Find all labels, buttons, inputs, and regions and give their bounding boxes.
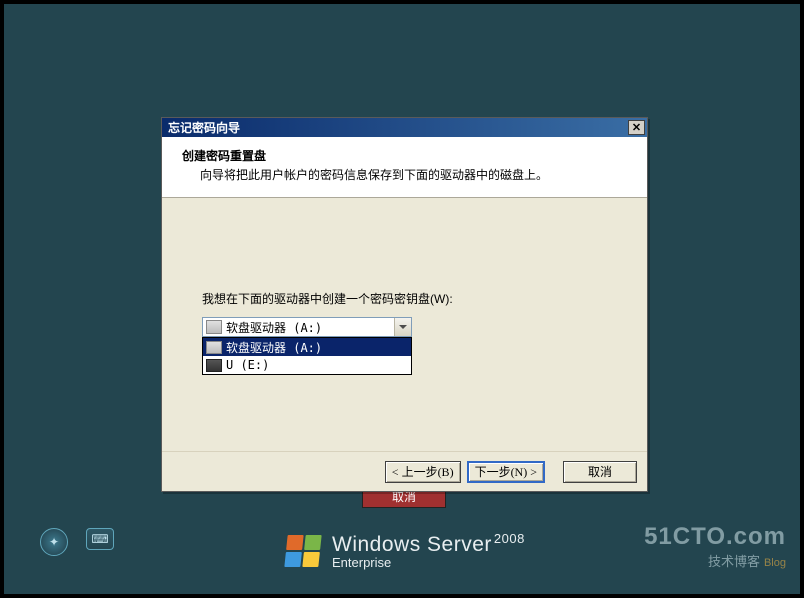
wizard-header: 创建密码重置盘 向导将把此用户帐户的密码信息保存到下面的驱动器中的磁盘上。 xyxy=(162,137,647,198)
drive-option-label: U (E:) xyxy=(226,358,269,372)
brand-year: 2008 xyxy=(494,531,525,546)
drive-select-combo[interactable]: 软盘驱动器 (A:) xyxy=(202,317,412,337)
watermark-blog-tag: Blog xyxy=(764,557,786,569)
wizard-window: 忘记密码向导 ✕ 创建密码重置盘 向导将把此用户帐户的密码信息保存到下面的驱动器… xyxy=(161,117,648,492)
usb-drive-icon xyxy=(206,359,222,372)
drive-option-label: 软盘驱动器 (A:) xyxy=(226,339,322,356)
watermark-tagline: 技术博客 xyxy=(708,554,760,569)
close-button[interactable]: ✕ xyxy=(628,120,645,135)
combo-selected-text: 软盘驱动器 (A:) xyxy=(226,319,322,336)
next-button[interactable]: 下一步(N) > xyxy=(467,461,545,483)
close-icon: ✕ xyxy=(632,121,641,134)
accessibility-buttons: ✦ ⌨ xyxy=(40,528,114,556)
keyboard-icon: ⌨ xyxy=(91,532,108,546)
drive-option-floppy[interactable]: 软盘驱动器 (A:) xyxy=(203,338,411,356)
wizard-footer: < 上一步(B) 下一步(N) > 取消 xyxy=(162,451,647,491)
titlebar: 忘记密码向导 ✕ xyxy=(162,118,647,137)
chevron-down-icon xyxy=(394,318,411,336)
wizard-header-title: 创建密码重置盘 xyxy=(182,147,627,164)
brand-edition: Enterprise xyxy=(332,555,525,570)
os-brand: Windows Server2008 Enterprise xyxy=(286,531,525,570)
brand-name: Windows Server xyxy=(332,533,492,556)
cancel-button[interactable]: 取消 xyxy=(563,461,637,483)
windows-logo-icon xyxy=(284,535,321,567)
brand-text: Windows Server2008 Enterprise xyxy=(332,531,525,570)
watermark: 51CTO.com 技术博客 Blog xyxy=(644,523,786,570)
wizard-header-subtitle: 向导将把此用户帐户的密码信息保存到下面的驱动器中的磁盘上。 xyxy=(200,166,627,183)
ease-of-access-icon: ✦ xyxy=(49,535,59,549)
ease-of-access-button[interactable]: ✦ xyxy=(40,528,68,556)
floppy-drive-icon xyxy=(206,320,222,334)
keyboard-button[interactable]: ⌨ xyxy=(86,528,114,550)
drive-prompt-label: 我想在下面的驱动器中创建一个密码密钥盘(W): xyxy=(202,290,607,307)
wizard-body: 我想在下面的驱动器中创建一个密码密钥盘(W): 软盘驱动器 (A:) 软盘驱动器… xyxy=(162,198,647,451)
drive-dropdown-list: 软盘驱动器 (A:) U (E:) xyxy=(202,337,412,375)
floppy-drive-icon xyxy=(206,341,222,354)
drive-option-usb[interactable]: U (E:) xyxy=(203,356,411,374)
back-button[interactable]: < 上一步(B) xyxy=(385,461,461,483)
watermark-domain: 51CTO.com xyxy=(644,523,786,551)
window-title: 忘记密码向导 xyxy=(168,119,240,136)
